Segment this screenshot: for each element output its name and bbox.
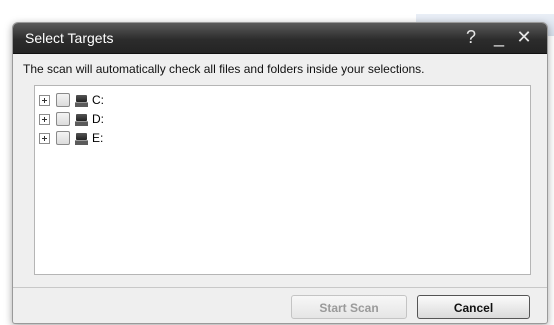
title-bar: Select Targets ? _ ✕: [13, 23, 547, 54]
drive-label[interactable]: C:: [92, 93, 104, 107]
help-icon[interactable]: ?: [460, 26, 482, 48]
expand-plus-icon[interactable]: [39, 113, 50, 125]
close-icon[interactable]: ✕: [513, 26, 535, 48]
cancel-button[interactable]: Cancel: [417, 295, 530, 319]
drive-checkbox[interactable]: [56, 112, 70, 126]
drive-label[interactable]: E:: [92, 131, 103, 145]
expand-plus-icon[interactable]: [39, 94, 50, 106]
drive-icon: [75, 113, 88, 126]
minimize-icon[interactable]: _: [488, 26, 510, 48]
tree-item-c-drive[interactable]: C:: [39, 92, 104, 108]
drive-checkbox[interactable]: [56, 131, 70, 145]
dialog-title: Select Targets: [25, 30, 114, 46]
drive-label[interactable]: D:: [92, 112, 104, 126]
tree-item-d-drive[interactable]: D:: [39, 111, 104, 127]
instructions-text: The scan will automatically check all fi…: [23, 62, 425, 76]
expand-plus-icon[interactable]: [39, 132, 50, 144]
footer-divider: [13, 287, 547, 288]
drive-icon: [75, 94, 88, 107]
drive-icon: [75, 132, 88, 145]
target-tree[interactable]: C: D: E:: [34, 85, 531, 275]
drive-checkbox[interactable]: [56, 93, 70, 107]
select-targets-dialog: Select Targets ? _ ✕ The scan will autom…: [12, 22, 548, 324]
tree-item-e-drive[interactable]: E:: [39, 130, 103, 146]
start-scan-button[interactable]: Start Scan: [291, 295, 407, 319]
